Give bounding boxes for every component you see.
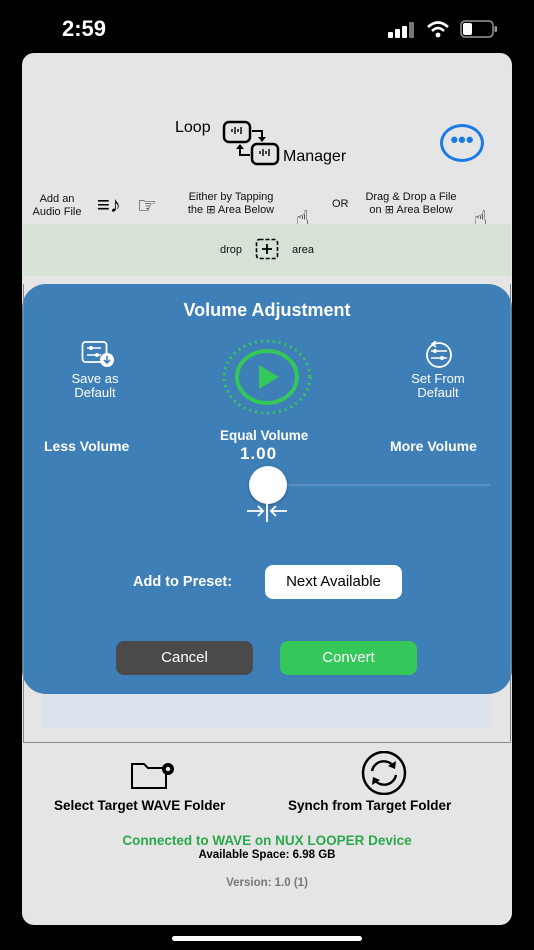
equal-volume-label: Equal Volume	[220, 428, 309, 443]
connection-status: Connected to WAVE on NUX LOOPER Device	[122, 833, 412, 848]
volume-value: 1.00	[240, 444, 278, 463]
drag-instruction: Drag & Drop a File on ⊞ Area Below	[365, 191, 457, 216]
more-options-button[interactable]: •••	[440, 124, 484, 162]
add-to-preset-label: Add to Preset:	[133, 574, 233, 590]
less-volume-label: Less Volume	[44, 438, 130, 454]
volume-slider-thumb[interactable]	[249, 466, 287, 504]
divider	[23, 742, 511, 743]
convert-button[interactable]: Convert	[280, 641, 417, 675]
or-label: OR	[332, 198, 349, 210]
list-border-right	[510, 284, 511, 742]
battery-icon	[460, 20, 497, 38]
play-preview-button[interactable]	[222, 339, 312, 415]
sync-icon[interactable]	[358, 751, 410, 795]
list-border-left	[23, 284, 24, 742]
drop-area-label-right: area	[292, 244, 315, 256]
status-time: 2:59	[62, 16, 107, 41]
plus-box-icon: ⊞	[206, 204, 216, 216]
wifi-icon	[427, 21, 449, 38]
synch-target-folder-button[interactable]: Synch from Target Folder	[288, 798, 451, 813]
save-default-icon[interactable]	[81, 340, 115, 368]
home-indicator[interactable]	[172, 936, 362, 941]
more-volume-label: More Volume	[390, 438, 477, 454]
set-from-default-icon[interactable]	[422, 341, 456, 369]
file-list-area	[42, 694, 492, 728]
dialog-title: Volume Adjustment	[183, 300, 351, 320]
pointing-hand-icon: ☞	[137, 193, 157, 218]
set-from-default-button[interactable]: Set From Default	[398, 372, 478, 400]
plus-box-icon	[255, 238, 279, 260]
volume-slider-track[interactable]	[268, 484, 490, 486]
tap-instruction: Either by Tapping the ⊞ Area Below	[187, 191, 275, 216]
center-marker-icon	[247, 500, 287, 522]
preset-selector[interactable]: Next Available	[265, 565, 402, 599]
add-audio-label: Add an Audio File	[32, 193, 82, 218]
save-as-default-button[interactable]: Save as Default	[55, 372, 135, 400]
app-title-manager: Manager	[283, 148, 347, 165]
cancel-button[interactable]: Cancel	[116, 641, 253, 675]
available-space: Available Space: 6.98 GB	[198, 849, 336, 861]
folder-settings-icon[interactable]	[130, 758, 178, 790]
version-label: Version: 1.0 (1)	[226, 877, 308, 889]
plus-box-icon: ⊞	[384, 204, 394, 216]
loop-logo-icon	[222, 120, 280, 166]
music-list-icon: ≡♪	[97, 192, 121, 217]
select-target-folder-button[interactable]: Select Target WAVE Folder	[54, 798, 225, 813]
app-title-loop: Loop	[175, 119, 211, 136]
drop-area-label-left: drop	[220, 244, 243, 256]
cellular-signal-icon	[388, 22, 414, 38]
